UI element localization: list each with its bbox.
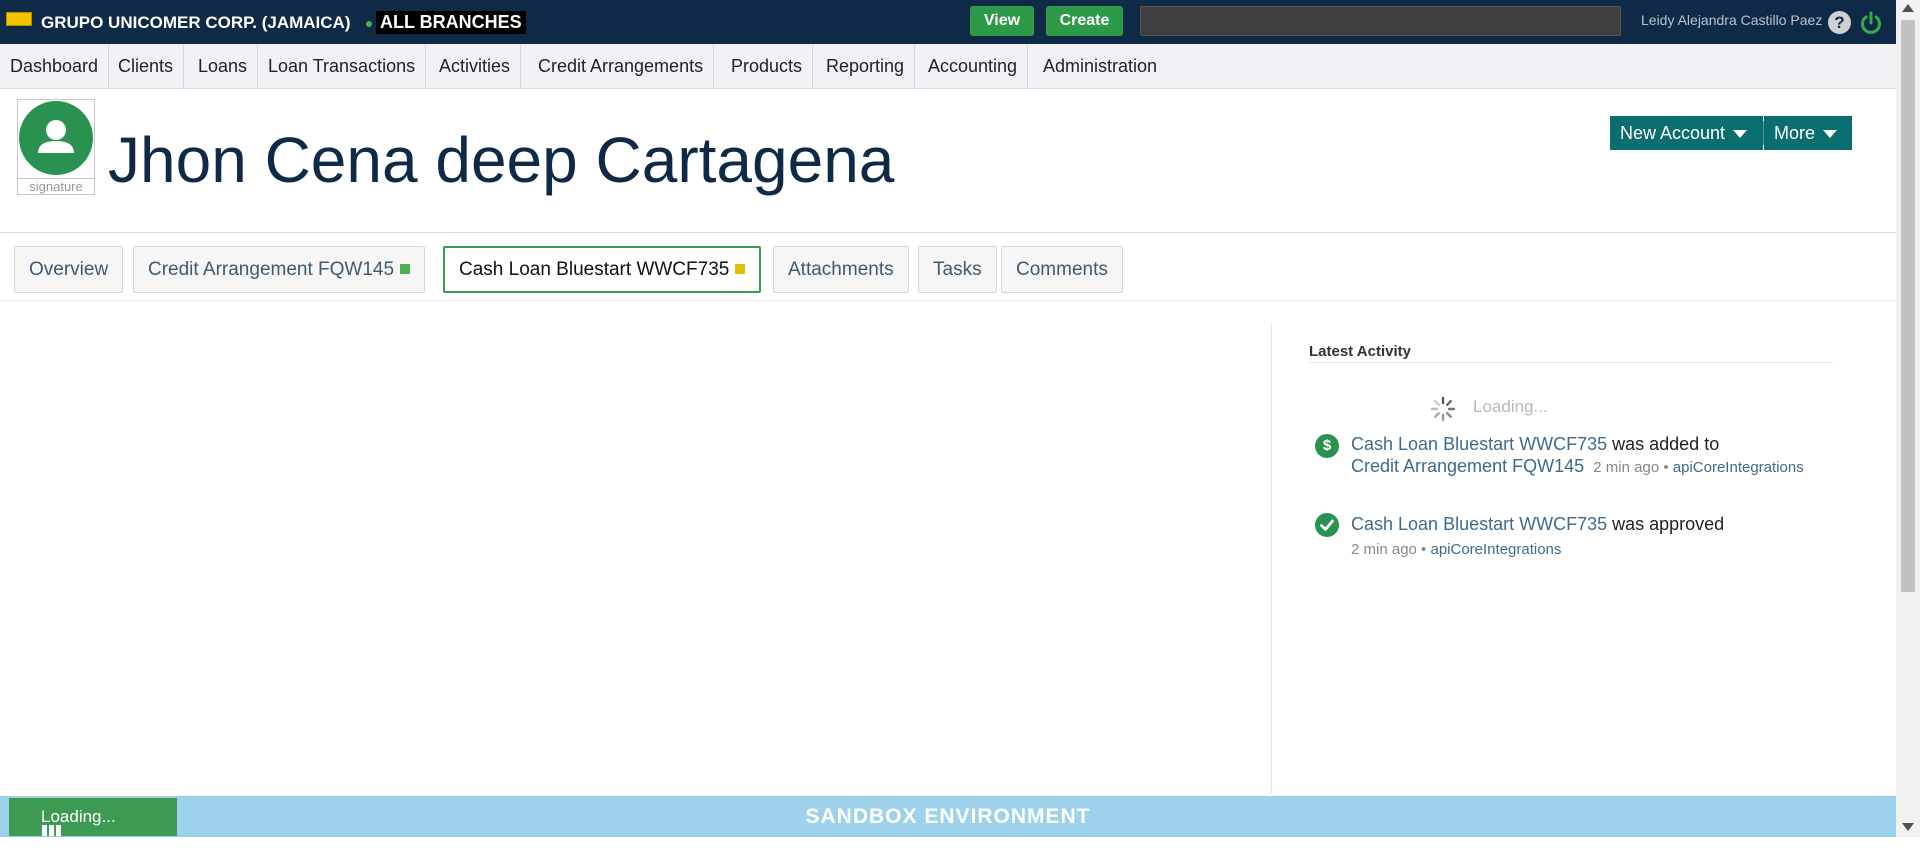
tab-label: Attachments	[788, 259, 894, 280]
tab-label: Overview	[29, 259, 109, 280]
latest-activity-title: Latest Activity	[1309, 343, 1411, 360]
power-icon[interactable]	[1858, 10, 1884, 36]
activity-loan-link[interactable]: Cash Loan Bluestart WWCF735	[1351, 434, 1607, 454]
scroll-down-arrow-icon[interactable]	[1902, 823, 1914, 831]
loading-bars-icon	[42, 812, 63, 850]
menu-credit-arrangements[interactable]: Credit Arrangements	[528, 44, 715, 89]
top-navbar: GRUPO UNICOMER CORP. (JAMAICA) ALL BRANC…	[0, 0, 1920, 44]
activity-text: was approved	[1612, 514, 1725, 534]
more-label: More	[1774, 123, 1816, 143]
activity-user-link[interactable]: apiCoreIntegrations	[1430, 541, 1561, 558]
environment-banner: SANDBOX ENVIRONMENT Loading...	[0, 796, 1896, 837]
activity-item-line2: Credit Arrangement FQW145 2 min ago • ap…	[1351, 456, 1804, 477]
tab-overview[interactable]: Overview	[14, 246, 124, 293]
tab-label: Cash Loan Bluestart WWCF735	[459, 259, 730, 280]
activity-loan-link[interactable]: Cash Loan Bluestart WWCF735	[1351, 514, 1607, 534]
status-indicator	[735, 264, 746, 274]
company-logo[interactable]	[6, 12, 32, 26]
menu-clients[interactable]: Clients	[108, 44, 185, 89]
loading-spinner-icon	[1430, 396, 1456, 422]
chevron-down-icon	[1823, 130, 1838, 139]
menu-accounting[interactable]: Accounting	[918, 44, 1029, 89]
branch-status-dot	[366, 21, 372, 27]
activity-loading-text: Loading...	[1473, 397, 1548, 416]
tab-cash-loan[interactable]: Cash Loan Bluestart WWCF735	[443, 246, 762, 293]
vertical-scrollbar[interactable]	[1896, 0, 1920, 837]
activity-meta: 2 min ago • apiCoreIntegrations	[1351, 541, 1561, 558]
menu-loans[interactable]: Loans	[188, 44, 259, 89]
menu-dashboard[interactable]: Dashboard	[0, 44, 110, 89]
menu-products[interactable]: Products	[721, 44, 814, 89]
search-input[interactable]	[1140, 6, 1621, 36]
main-menu: Dashboard Clients Loans Loan Transaction…	[0, 44, 1896, 89]
view-button[interactable]: View	[970, 6, 1034, 36]
status-indicator	[400, 264, 411, 274]
check-icon	[1315, 513, 1339, 537]
menu-activities[interactable]: Activities	[429, 44, 522, 89]
tab-comments[interactable]: Comments	[1001, 246, 1123, 293]
tab-label: Comments	[1016, 259, 1108, 280]
activity-time: 2 min ago	[1351, 541, 1417, 558]
person-icon	[19, 101, 93, 175]
activity-user-link[interactable]: apiCoreIntegrations	[1673, 459, 1804, 476]
tab-attachments[interactable]: Attachments	[773, 246, 909, 293]
tab-label: Credit Arrangement FQW145	[148, 259, 395, 280]
environment-label: SANDBOX ENVIRONMENT	[805, 805, 1091, 828]
activity-arrangement-link[interactable]: Credit Arrangement FQW145	[1351, 456, 1584, 476]
new-account-label: New Account	[1620, 123, 1726, 143]
activity-title-rule	[1309, 362, 1833, 363]
tab-credit-arrangement[interactable]: Credit Arrangement FQW145	[133, 246, 426, 293]
client-avatar[interactable]: signature	[17, 99, 95, 195]
scroll-up-arrow-icon[interactable]	[1902, 4, 1914, 12]
activity-meta: 2 min ago • apiCoreIntegrations	[1589, 459, 1804, 476]
meta-separator: •	[1663, 459, 1669, 476]
loading-indicator: Loading...	[9, 798, 177, 836]
create-button[interactable]: Create	[1046, 6, 1123, 36]
scroll-thumb[interactable]	[1901, 20, 1915, 592]
activity-time: 2 min ago	[1593, 459, 1660, 476]
user-name[interactable]: Leidy Alejandra Castillo Paez	[1641, 12, 1822, 28]
tabs-divider	[0, 300, 1896, 301]
branch-selector[interactable]: ALL BRANCHES	[376, 11, 526, 34]
meta-separator: •	[1421, 541, 1427, 558]
activity-item: Cash Loan Bluestart WWCF735 was approved	[1351, 514, 1724, 535]
tab-tasks[interactable]: Tasks	[918, 246, 997, 293]
more-button[interactable]: More	[1764, 116, 1852, 150]
new-account-button[interactable]: New Account	[1610, 116, 1763, 150]
signature-label[interactable]: signature	[18, 178, 94, 194]
activity-item-line2: 2 min ago • apiCoreIntegrations	[1351, 538, 1561, 559]
activity-text: was added to	[1612, 434, 1720, 454]
tab-label: Tasks	[933, 259, 982, 280]
panel-divider	[1271, 324, 1272, 794]
chevron-down-icon	[1733, 130, 1748, 139]
client-name-title: Jhon Cena deep Cartagena	[108, 124, 895, 196]
dollar-icon: $	[1315, 434, 1339, 458]
activity-item: Cash Loan Bluestart WWCF735 was added to	[1351, 434, 1719, 455]
header-divider	[0, 232, 1896, 233]
menu-administration[interactable]: Administration	[1033, 44, 1167, 89]
menu-reporting[interactable]: Reporting	[816, 44, 916, 89]
menu-loan-transactions[interactable]: Loan Transactions	[258, 44, 427, 89]
help-icon[interactable]: ?	[1828, 11, 1851, 34]
organization-name[interactable]: GRUPO UNICOMER CORP. (JAMAICA)	[41, 13, 350, 33]
